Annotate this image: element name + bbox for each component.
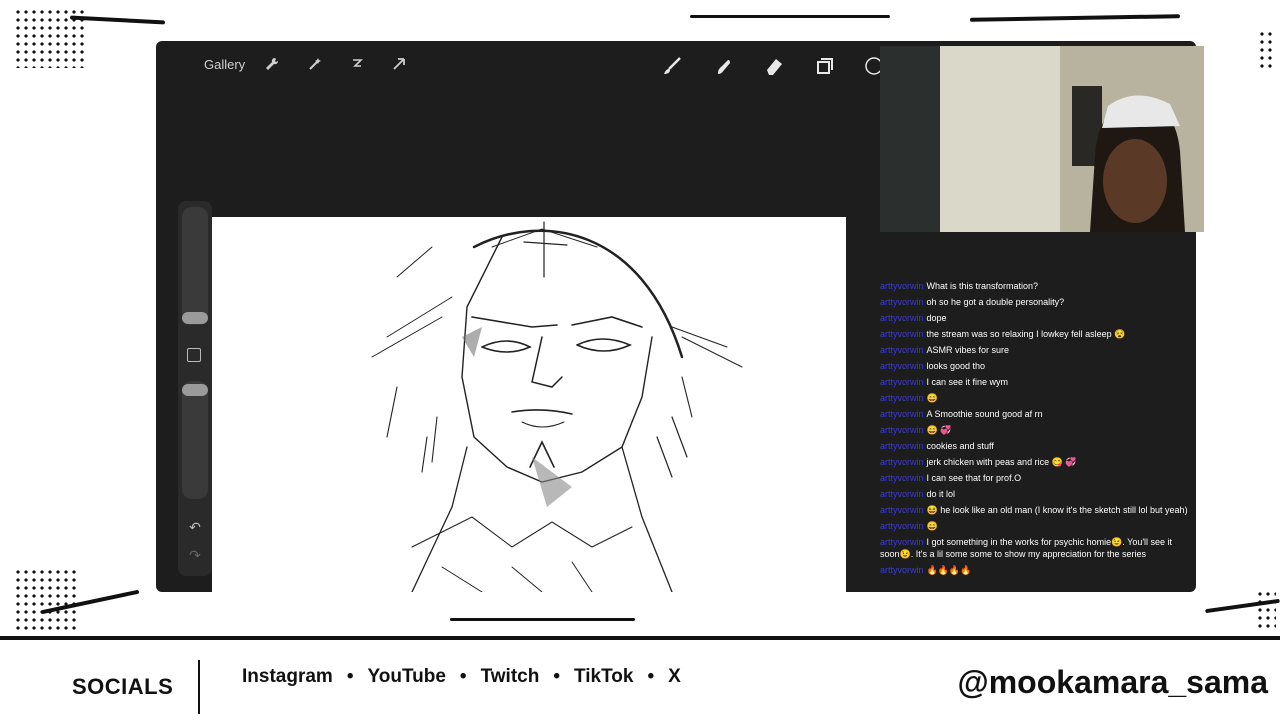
decor-stroke bbox=[690, 15, 890, 18]
brush-size-handle[interactable] bbox=[182, 312, 208, 324]
chat-message: arttyvorwin I can see that for prof.O bbox=[880, 470, 1192, 486]
chat-message: arttyvorwin I got something in the works … bbox=[880, 534, 1192, 562]
decor-dots-bottom-left bbox=[14, 568, 78, 632]
opacity-handle[interactable] bbox=[182, 384, 208, 396]
chat-username: arttyvorwin bbox=[880, 393, 924, 403]
chat-text: I can see that for prof.O bbox=[926, 473, 1022, 483]
social-link-youtube[interactable]: YouTube bbox=[367, 666, 445, 688]
social-link-instagram[interactable]: Instagram bbox=[242, 666, 333, 688]
wrench-icon[interactable] bbox=[262, 56, 282, 76]
chat-message: arttyvorwin looks good tho bbox=[880, 358, 1192, 374]
chat-text: cookies and stuff bbox=[926, 441, 994, 451]
chat-text: looks good tho bbox=[926, 361, 986, 371]
chat-message: arttyvorwin do it lol bbox=[880, 486, 1192, 502]
chat-username: arttyvorwin bbox=[880, 521, 924, 531]
gallery-button[interactable]: Gallery bbox=[204, 57, 245, 72]
link-separator: • bbox=[647, 666, 655, 687]
chat-username: arttyvorwin bbox=[880, 361, 924, 371]
opacity-slider[interactable] bbox=[182, 381, 208, 499]
chat-text: the stream was so relaxing I lowkey fell… bbox=[926, 329, 1126, 339]
chat-message: arttyvorwin cookies and stuff bbox=[880, 438, 1192, 454]
chat-text: 😄 💞 bbox=[926, 425, 952, 435]
chat-message: arttyvorwin ASMR vibes for sure bbox=[880, 342, 1192, 358]
chat-username: arttyvorwin bbox=[880, 537, 924, 547]
chat-message: arttyvorwin A Smoothie sound good af rn bbox=[880, 406, 1192, 422]
social-link-x[interactable]: X bbox=[668, 666, 681, 688]
chat-message: arttyvorwin 🔥🔥🔥🔥 bbox=[880, 562, 1192, 578]
chat-text: A Smoothie sound good af rn bbox=[926, 409, 1043, 419]
sketch-drawing bbox=[371, 221, 743, 592]
socials-label: SOCIALS bbox=[72, 674, 174, 699]
chat-message: arttyvorwin 😄 bbox=[880, 390, 1192, 406]
footer-divider bbox=[198, 660, 200, 714]
chat-username: arttyvorwin bbox=[880, 281, 924, 291]
social-link-tiktok[interactable]: TikTok bbox=[574, 666, 633, 688]
chat-message: arttyvorwin jerk chicken with peas and ri… bbox=[880, 454, 1192, 470]
decor-dots-top-right bbox=[1258, 30, 1274, 70]
link-separator: • bbox=[459, 666, 467, 687]
social-link-twitch[interactable]: Twitch bbox=[481, 666, 540, 688]
layers-icon[interactable] bbox=[815, 56, 835, 76]
redo-icon[interactable]: ↷ bbox=[186, 547, 204, 565]
chat-overlay: arttyvorwin What is this transformation? a… bbox=[880, 278, 1192, 590]
chat-message: arttyvorwin I can see it fine wym bbox=[880, 374, 1192, 390]
chat-username: arttyvorwin bbox=[880, 409, 924, 419]
chat-message: arttyvorwin 😄 💞 bbox=[880, 422, 1192, 438]
chat-username: arttyvorwin bbox=[880, 425, 924, 435]
chat-text: What is this transformation? bbox=[926, 281, 1039, 291]
undo-icon[interactable]: ↶ bbox=[186, 519, 204, 537]
chat-username: arttyvorwin bbox=[880, 329, 924, 339]
webcam-feed bbox=[880, 46, 1204, 232]
drawing-canvas[interactable] bbox=[212, 217, 846, 592]
chat-username: arttyvorwin bbox=[880, 565, 924, 575]
eraser-icon[interactable] bbox=[764, 56, 784, 76]
chat-message: arttyvorwin What is this transformation? bbox=[880, 278, 1192, 294]
magic-wand-icon[interactable] bbox=[305, 56, 325, 76]
chat-username: arttyvorwin bbox=[880, 505, 924, 515]
chat-message: arttyvorwin the stream was so relaxing I … bbox=[880, 326, 1192, 342]
chat-message: arttyvorwin 😄 bbox=[880, 518, 1192, 534]
chat-message: arttyvorwin 😆 he look like an old man (I … bbox=[880, 502, 1192, 518]
brush-icon[interactable] bbox=[662, 56, 682, 76]
modify-button[interactable] bbox=[187, 348, 201, 362]
chat-text: 😄 bbox=[926, 521, 938, 531]
link-separator: • bbox=[553, 666, 560, 687]
chat-text: 😆 he look like an old man (I know it's t… bbox=[926, 505, 1188, 515]
social-links: Instagram • YouTube • Twitch • TikTok • X bbox=[242, 666, 681, 688]
chat-message: arttyvorwin dope bbox=[880, 310, 1192, 326]
transform-icon[interactable] bbox=[389, 56, 409, 76]
chat-text: ASMR vibes for sure bbox=[926, 345, 1010, 355]
chat-text: I can see it fine wym bbox=[926, 377, 1009, 387]
side-slider-bar: ↶ ↷ bbox=[178, 201, 212, 576]
chat-text: 😄 bbox=[926, 393, 938, 403]
decor-dots-bottom-right bbox=[1256, 590, 1276, 630]
brush-size-slider[interactable] bbox=[182, 207, 208, 325]
chat-text: oh so he got a double personality? bbox=[926, 297, 1065, 307]
link-separator: • bbox=[346, 666, 354, 687]
chat-username: arttyvorwin bbox=[880, 473, 924, 483]
chat-username: arttyvorwin bbox=[880, 345, 924, 355]
chat-username: arttyvorwin bbox=[880, 441, 924, 451]
chat-username: arttyvorwin bbox=[880, 489, 924, 499]
chat-username: arttyvorwin bbox=[880, 457, 924, 467]
selection-icon[interactable] bbox=[347, 56, 367, 76]
smudge-icon[interactable] bbox=[713, 56, 733, 76]
webcam-image bbox=[880, 46, 1204, 232]
social-handle: @mookamara_sama bbox=[957, 664, 1268, 700]
chat-text: 🔥🔥🔥🔥 bbox=[926, 565, 972, 575]
chat-text: do it lol bbox=[926, 489, 956, 499]
chat-message: arttyvorwin oh so he got a double persona… bbox=[880, 294, 1192, 310]
chat-text: jerk chicken with peas and rice 😋 💞 bbox=[926, 457, 1077, 467]
chat-username: arttyvorwin bbox=[880, 313, 924, 323]
chat-username: arttyvorwin bbox=[880, 297, 924, 307]
chat-text: dope bbox=[926, 313, 947, 323]
chat-username: arttyvorwin bbox=[880, 377, 924, 387]
decor-stroke bbox=[450, 618, 635, 621]
